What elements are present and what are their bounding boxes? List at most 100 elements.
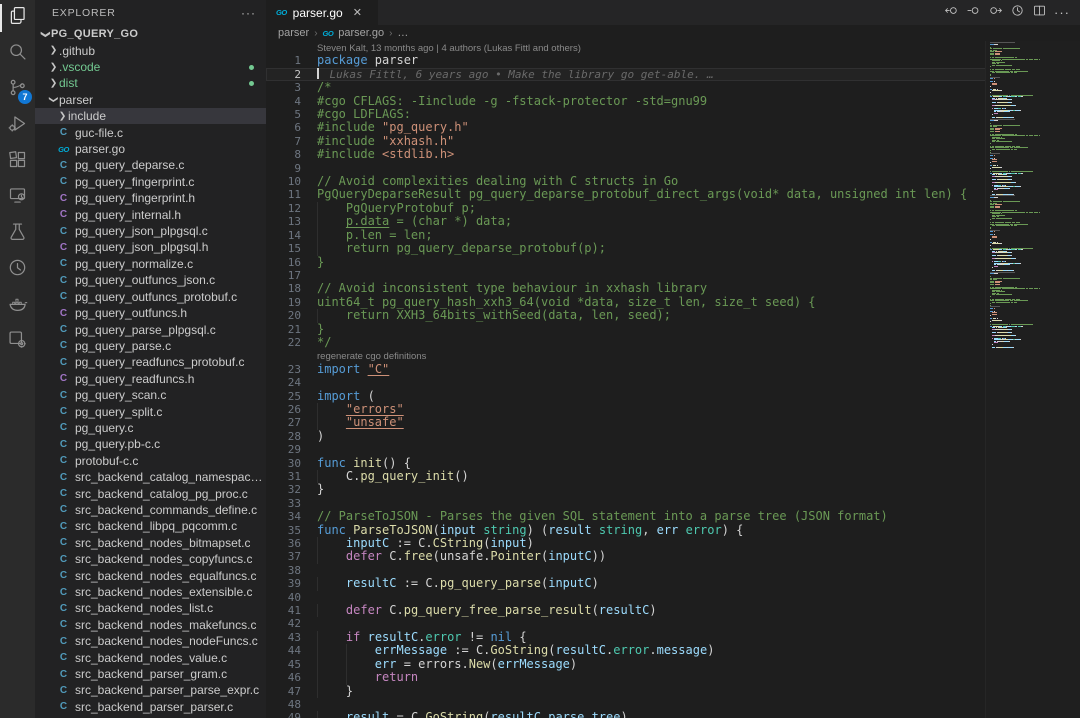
tree-file-src_backend_catalog_namespace.c[interactable]: Csrc_backend_catalog_namespace.c	[35, 469, 266, 485]
code-line-10[interactable]: 10// Avoid complexities dealing with C s…	[266, 175, 989, 188]
code-line-41[interactable]: 41 defer C.pg_query_free_parse_result(re…	[266, 604, 989, 617]
tree-file-src_backend_nodes_list.c[interactable]: Csrc_backend_nodes_list.c	[35, 600, 266, 616]
code-line-46[interactable]: 46 return	[266, 671, 989, 684]
tree-file-pg_query_json_plpgsql.c[interactable]: Cpg_query_json_plpgsql.c	[35, 223, 266, 239]
code-line-6[interactable]: 6#include "pg_query.h"	[266, 121, 989, 134]
tree-folder-include[interactable]: ❯include	[35, 108, 266, 124]
code-line-35[interactable]: 35func ParseToJSON(input string) (result…	[266, 524, 989, 537]
code-line-32[interactable]: 32}	[266, 483, 989, 496]
tree-file-pg_query_scan.c[interactable]: Cpg_query_scan.c	[35, 387, 266, 403]
code-line-19[interactable]: 19uint64_t pg_query_hash_xxh3_64(void *d…	[266, 296, 989, 309]
tree-file-src_backend_catalog_pg_proc.c[interactable]: Csrc_backend_catalog_pg_proc.c	[35, 485, 266, 501]
code-line-4[interactable]: 4#cgo CFLAGS: -Iinclude -g -fstack-prote…	[266, 95, 989, 108]
tree-file-pg_query_outfuncs_json.c[interactable]: Cpg_query_outfuncs_json.c	[35, 272, 266, 288]
code-line-37[interactable]: 37 defer C.free(unsafe.Pointer(inputC))	[266, 550, 989, 563]
code-line-1[interactable]: 1package parser	[266, 54, 989, 67]
activity-extensions-icon[interactable]	[0, 144, 35, 180]
tree-file-src_backend_commands_define.c[interactable]: Csrc_backend_commands_define.c	[35, 502, 266, 518]
code-line-43[interactable]: 43 if resultC.error != nil {	[266, 631, 989, 644]
code-line-16[interactable]: 16}	[266, 256, 989, 269]
code-line-24[interactable]: 24	[266, 376, 989, 389]
code-line-2[interactable]: 2Lukas Fittl, 6 years ago • Make the lib…	[266, 68, 989, 81]
code-line-44[interactable]: 44 errMessage := C.GoString(resultC.erro…	[266, 644, 989, 657]
tree-file-src_backend_nodes_makefuncs.c[interactable]: Csrc_backend_nodes_makefuncs.c	[35, 617, 266, 633]
tree-file-pg_query_split.c[interactable]: Cpg_query_split.c	[35, 403, 266, 419]
open-changes-previous-icon[interactable]	[944, 3, 959, 23]
code-line-47[interactable]: 47 }	[266, 685, 989, 698]
codelens-regenerate[interactable]: regenerate cgo definitions	[266, 349, 989, 362]
code-line-15[interactable]: 15 return pg_query_deparse_protobuf(p);	[266, 242, 989, 255]
close-icon[interactable]: ✕	[353, 6, 362, 19]
code-line-26[interactable]: 26 "errors"	[266, 403, 989, 416]
code-line-45[interactable]: 45 err = errors.New(errMessage)	[266, 658, 989, 671]
code-line-23[interactable]: 23import "C"	[266, 363, 989, 376]
tree-file-pg_query_fingerprint.c[interactable]: Cpg_query_fingerprint.c	[35, 174, 266, 190]
tree-file-pg_query_outfuncs.h[interactable]: Cpg_query_outfuncs.h	[35, 305, 266, 321]
code-line-42[interactable]: 42	[266, 617, 989, 630]
tree-file-pg_query_outfuncs_protobuf.c[interactable]: Cpg_query_outfuncs_protobuf.c	[35, 289, 266, 305]
tree-file-pg_query_json_plpgsql.h[interactable]: Cpg_query_json_plpgsql.h	[35, 239, 266, 255]
tree-file-src_backend_nodes_value.c[interactable]: Csrc_backend_nodes_value.c	[35, 649, 266, 665]
code-line-11[interactable]: 11PgQueryDeparseResult pg_query_deparse_…	[266, 188, 989, 201]
gitlens-blame-lens[interactable]: Steven Kalt, 13 months ago | 4 authors (…	[266, 41, 989, 54]
more-actions-icon[interactable]: ···	[1054, 5, 1070, 20]
code-line-14[interactable]: 14 p.len = len;	[266, 229, 989, 242]
tree-file-src_backend_nodes_bitmapset.c[interactable]: Csrc_backend_nodes_bitmapset.c	[35, 535, 266, 551]
code-line-12[interactable]: 12 PgQueryProtobuf p;	[266, 202, 989, 215]
tree-file-pg_query_readfuncs.h[interactable]: Cpg_query_readfuncs.h	[35, 371, 266, 387]
code-line-28[interactable]: 28)	[266, 430, 989, 443]
tree-file-pg_query_internal.h[interactable]: Cpg_query_internal.h	[35, 206, 266, 222]
tree-root[interactable]: ❯ PG_QUERY_GO	[35, 26, 266, 42]
tree-file-src_backend_parser_parser.c[interactable]: Csrc_backend_parser_parser.c	[35, 699, 266, 715]
code-line-38[interactable]: 38	[266, 564, 989, 577]
code-line-34[interactable]: 34// ParseToJSON - Parses the given SQL …	[266, 510, 989, 523]
minimap[interactable]	[985, 41, 1080, 718]
tree-file-src_backend_parser_parse_expr.c[interactable]: Csrc_backend_parser_parse_expr.c	[35, 682, 266, 698]
code-line-49[interactable]: 49 result = C.GoString(resultC.parse_tre…	[266, 711, 989, 718]
code-line-21[interactable]: 21}	[266, 323, 989, 336]
tree-file-src_backend_nodes_extensible.c[interactable]: Csrc_backend_nodes_extensible.c	[35, 584, 266, 600]
breadcrumb-folder[interactable]: parser	[278, 27, 309, 39]
code-line-18[interactable]: 18// Avoid inconsistent type behaviour i…	[266, 282, 989, 295]
split-editor-icon[interactable]	[1032, 3, 1047, 23]
code-line-7[interactable]: 7#include "xxhash.h"	[266, 135, 989, 148]
breadcrumb-symbol[interactable]: …	[397, 27, 408, 39]
tree-file-guc-file.c[interactable]: Cguc-file.c	[35, 124, 266, 140]
open-changes-next-icon[interactable]	[988, 3, 1003, 23]
tab-parser-go[interactable]: GO parser.go ✕	[266, 0, 378, 25]
activity-docker-icon[interactable]	[0, 288, 35, 324]
tree-folder-parser[interactable]: ❯parser	[35, 92, 266, 108]
activity-source-control-icon[interactable]: 7	[0, 72, 35, 108]
tree-file-protobuf-c.c[interactable]: Cprotobuf-c.c	[35, 453, 266, 469]
tree-folder-dist[interactable]: ❯dist	[35, 75, 266, 91]
activity-testing-icon[interactable]	[0, 216, 35, 252]
open-changes-icon[interactable]	[966, 3, 981, 23]
tree-file-pg_query.pb-c.c[interactable]: Cpg_query.pb-c.c	[35, 436, 266, 452]
code-line-17[interactable]: 17	[266, 269, 989, 282]
code-line-8[interactable]: 8#include <stdlib.h>	[266, 148, 989, 161]
code-line-48[interactable]: 48	[266, 698, 989, 711]
code-line-22[interactable]: 22*/	[266, 336, 989, 349]
tree-file-src_backend_nodes_copyfuncs.c[interactable]: Csrc_backend_nodes_copyfuncs.c	[35, 551, 266, 567]
code-line-40[interactable]: 40	[266, 591, 989, 604]
breadcrumb-file[interactable]: parser.go	[338, 27, 384, 39]
activity-container-tools-icon[interactable]	[0, 324, 35, 360]
code-line-30[interactable]: 30func init() {	[266, 457, 989, 470]
code-line-27[interactable]: 27 "unsafe"	[266, 416, 989, 429]
activity-run-debug-icon[interactable]	[0, 108, 35, 144]
code-line-9[interactable]: 9	[266, 162, 989, 175]
activity-remote-explorer-icon[interactable]	[0, 180, 35, 216]
code-line-39[interactable]: 39 resultC := C.pg_query_parse(inputC)	[266, 577, 989, 590]
code-line-5[interactable]: 5#cgo LDFLAGS:	[266, 108, 989, 121]
file-history-icon[interactable]	[1010, 3, 1025, 23]
tree-file-pg_query_readfuncs_protobuf.c[interactable]: Cpg_query_readfuncs_protobuf.c	[35, 354, 266, 370]
code-line-3[interactable]: 3/*	[266, 81, 989, 94]
gitlens-blame-lens-link[interactable]: Steven Kalt, 13 months ago | 4 authors (…	[317, 43, 581, 54]
tree-file-pg_query_deparse.c[interactable]: Cpg_query_deparse.c	[35, 157, 266, 173]
tree-file-pg_query_parse_plpgsql.c[interactable]: Cpg_query_parse_plpgsql.c	[35, 321, 266, 337]
tree-folder-.vscode[interactable]: ❯.vscode	[35, 59, 266, 75]
tree-file-src_backend_nodes_nodeFuncs.c[interactable]: Csrc_backend_nodes_nodeFuncs.c	[35, 633, 266, 649]
code-line-36[interactable]: 36 inputC := C.CString(input)	[266, 537, 989, 550]
tree-file-src_backend_libpq_pqcomm.c[interactable]: Csrc_backend_libpq_pqcomm.c	[35, 518, 266, 534]
code-line-33[interactable]: 33	[266, 497, 989, 510]
